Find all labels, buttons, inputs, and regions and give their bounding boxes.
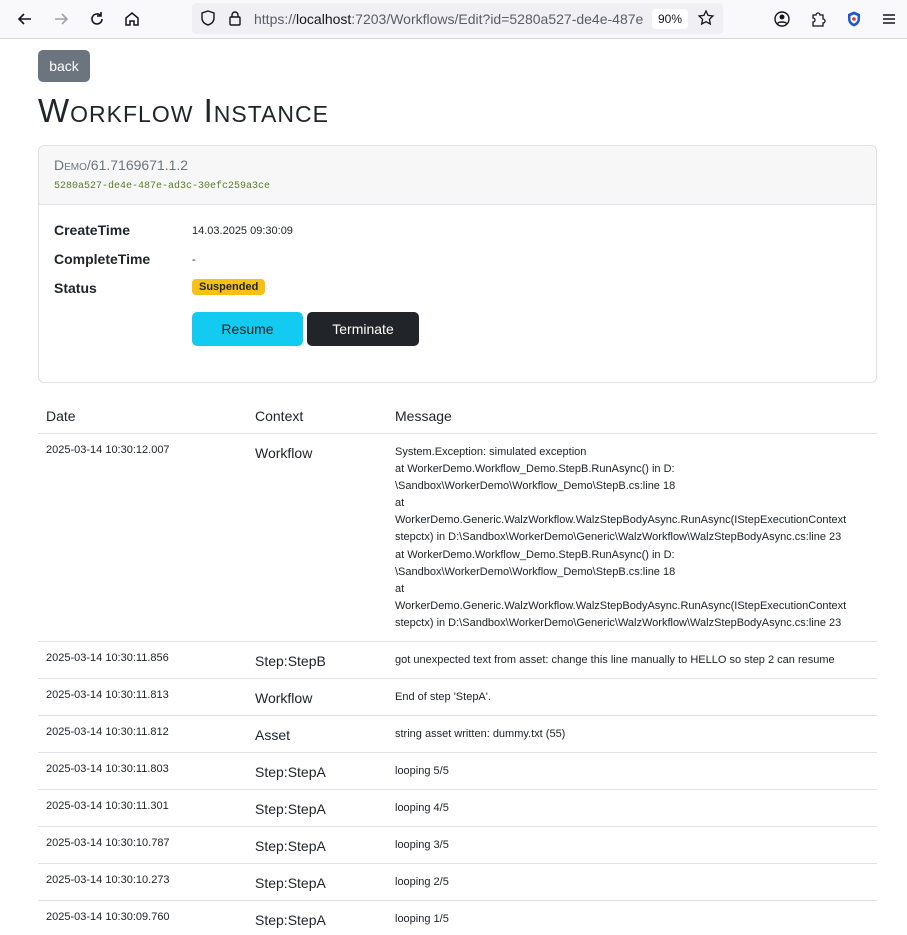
log-message-line: string asset written: dummy.txt (55) <box>395 728 566 741</box>
instance-card: Demo/61.7169671.1.2 5280a527-de4e-487e-a… <box>38 145 877 383</box>
log-message: got unexpected text from asset: change t… <box>395 652 870 669</box>
log-message: System.Exception: simulated exception at … <box>395 444 870 632</box>
log-message-line: stepctx) in D:\Sandbox\WorkerDemo\Generi… <box>395 531 842 544</box>
table-row: 2025-03-14 10:30:11.812 Asset string asset… <box>38 716 877 754</box>
log-message-line: \Sandbox\WorkerDemo\Workflow_Demo\StepB.… <box>395 565 676 578</box>
status-badge: Suspended <box>192 279 266 295</box>
log-message-line: System.Exception: simulated exception <box>395 446 587 458</box>
complete-time-value: - <box>192 254 196 266</box>
log-date: 2025-03-14 10:30:11.803 <box>46 763 169 776</box>
log-message-line: \Sandbox\WorkerDemo\Workflow_Demo\StepB.… <box>395 480 676 493</box>
log-context: Step:StepB <box>255 653 326 670</box>
log-message-line: End of step 'StepA'. <box>395 691 491 704</box>
log-context: Step:StepA <box>255 875 326 892</box>
col-header-date: Date <box>46 408 76 424</box>
extensions-icon[interactable] <box>806 7 830 31</box>
table-row: 2025-03-14 10:30:11.803 Step:StepA looping… <box>38 753 877 791</box>
log-message-line: WorkerDemo.Generic.WalzWorkflow.WalzStep… <box>395 514 847 527</box>
shield-icon[interactable] <box>199 9 217 27</box>
home-icon[interactable] <box>120 7 144 31</box>
log-message: looping 4/5 <box>395 800 870 817</box>
workflow-name: Demo/61.7169671.1.2 <box>54 157 189 173</box>
log-message-line: looping 1/5 <box>395 913 449 926</box>
table-row: 2025-03-14 10:30:11.301 Step:StepA looping… <box>38 790 877 828</box>
log-message-line: at <box>395 582 405 595</box>
create-time-value: 14.03.2025 09:30:09 <box>192 225 293 237</box>
log-table: Date Context Message 2025-03-14 10:30:12… <box>38 398 877 935</box>
back-button[interactable]: back <box>38 50 90 82</box>
table-row: 2025-03-14 10:30:11.856 Step:StepB got une… <box>38 642 877 680</box>
forward-arrow-icon[interactable] <box>49 7 73 31</box>
log-context: Asset <box>255 727 291 744</box>
log-date: 2025-03-14 10:30:11.812 <box>46 726 169 739</box>
col-header-context: Context <box>255 408 304 424</box>
menu-icon[interactable] <box>877 7 901 31</box>
log-message: looping 2/5 <box>395 874 870 891</box>
url-text[interactable]: https://localhost:7203/Workflows/Edit?id… <box>254 11 644 27</box>
url-host: localhost <box>296 11 352 27</box>
log-message-line: WorkerDemo.Generic.WalzWorkflow.WalzStep… <box>395 599 847 612</box>
log-message: looping 1/5 <box>395 911 870 928</box>
log-date: 2025-03-14 10:30:11.301 <box>46 800 169 813</box>
log-message: End of step 'StepA'. <box>395 689 870 706</box>
card-header: Demo/61.7169671.1.2 5280a527-de4e-487e-a… <box>39 146 876 205</box>
log-context: Step:StepA <box>255 801 326 818</box>
log-date: 2025-03-14 10:30:10.273 <box>46 874 170 887</box>
url-path: :7203/Workflows/Edit?id=5280a527-de4e-48… <box>351 11 644 27</box>
table-row: 2025-03-14 10:30:10.787 Step:StepA looping… <box>38 827 877 865</box>
url-bar[interactable]: https://localhost:7203/Workflows/Edit?id… <box>192 3 723 34</box>
zoom-badge[interactable]: 90% <box>652 9 689 29</box>
status-label: Status <box>54 280 97 296</box>
log-message-line: looping 5/5 <box>395 765 449 778</box>
log-date: 2025-03-14 10:30:09.760 <box>46 911 170 924</box>
col-header-message: Message <box>395 408 452 424</box>
log-message: looping 3/5 <box>395 837 870 854</box>
log-message-line: looping 3/5 <box>395 839 449 852</box>
url-prefix: https:// <box>254 11 297 27</box>
log-context: Step:StepA <box>255 838 326 855</box>
log-date: 2025-03-14 10:30:11.813 <box>46 689 169 702</box>
log-message-line: at WorkerDemo.Workflow_Demo.StepB.RunAsy… <box>395 463 675 476</box>
log-message-line: looping 2/5 <box>395 876 449 889</box>
table-header: Date Context Message <box>38 398 877 434</box>
table-body: 2025-03-14 10:30:12.007 Workflow System.Ex… <box>38 434 877 935</box>
back-arrow-icon[interactable] <box>13 7 37 31</box>
lock-icon[interactable] <box>226 9 244 27</box>
log-date: 2025-03-14 10:30:11.856 <box>46 652 169 665</box>
bookmark-star-icon[interactable] <box>697 9 715 27</box>
table-row: 2025-03-14 10:30:11.813 Workflow End of st… <box>38 679 877 717</box>
terminate-button[interactable]: Terminate <box>307 312 419 346</box>
log-message-line: at WorkerDemo.Workflow_Demo.StepB.RunAsy… <box>395 548 675 561</box>
resume-button[interactable]: Resume <box>192 312 303 346</box>
extension-shield-icon[interactable] <box>842 7 866 31</box>
create-time-label: CreateTime <box>54 222 131 238</box>
log-context: Step:StepA <box>255 912 326 929</box>
table-row: 2025-03-14 10:30:09.760 Step:StepA looping… <box>38 901 877 935</box>
browser-toolbar: https://localhost:7203/Workflows/Edit?id… <box>0 0 907 39</box>
log-message-line: looping 4/5 <box>395 802 449 815</box>
table-row: 2025-03-14 10:30:12.007 Workflow System.Ex… <box>38 434 877 643</box>
table-row: 2025-03-14 10:30:10.273 Step:StepA looping… <box>38 864 877 902</box>
log-date: 2025-03-14 10:30:12.007 <box>46 444 170 456</box>
account-icon[interactable] <box>770 7 794 31</box>
reload-icon[interactable] <box>85 7 109 31</box>
page-title: Workflow Instance <box>38 92 329 129</box>
log-message-line: stepctx) in D:\Sandbox\WorkerDemo\Generi… <box>395 616 842 629</box>
log-context: Step:StepA <box>255 764 326 781</box>
log-date: 2025-03-14 10:30:10.787 <box>46 837 170 850</box>
log-message-line: at <box>395 497 405 510</box>
log-message-line: got unexpected text from asset: change t… <box>395 654 835 667</box>
workflow-id: 5280a527-de4e-487e-ad3c-30efc259a3ce <box>54 181 271 192</box>
log-context: Workflow <box>255 690 313 707</box>
complete-time-label: CompleteTime <box>54 251 151 267</box>
log-message: looping 5/5 <box>395 763 870 780</box>
log-context: Workflow <box>255 445 313 461</box>
log-message: string asset written: dummy.txt (55) <box>395 726 870 743</box>
